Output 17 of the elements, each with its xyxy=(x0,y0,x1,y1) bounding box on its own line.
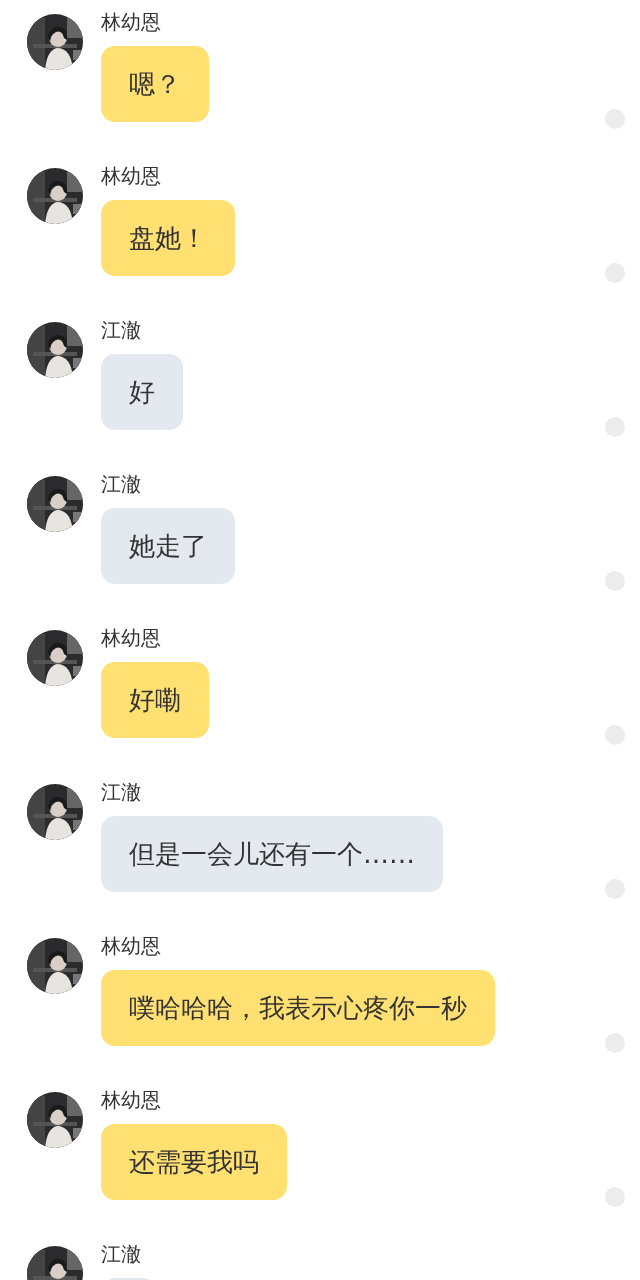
message-bubble: 好嘞 xyxy=(101,662,209,738)
sender-name: 江澈 xyxy=(101,780,141,804)
sender-name: 林幼恩 xyxy=(101,164,161,188)
message-bubble: 但是一会儿还有一个…… xyxy=(101,816,443,892)
sender-name: 林幼恩 xyxy=(101,1088,161,1112)
sender-name: 林幼恩 xyxy=(101,626,161,650)
message-bubble: 噗哈哈哈，我表示心疼你一秒 xyxy=(101,970,495,1046)
message-bubble: 她走了 xyxy=(101,508,235,584)
sender-name: 林幼恩 xyxy=(101,10,161,34)
sender-name: 江澈 xyxy=(101,472,141,496)
message-bubble: 嗯？ xyxy=(101,46,209,122)
sender-name: 江澈 xyxy=(101,1242,141,1266)
sender-name: 林幼恩 xyxy=(101,934,161,958)
message-bubble: 盘她！ xyxy=(101,200,235,276)
message-bubble: 还需要我吗 xyxy=(101,1124,287,1200)
message-bubble: 好 xyxy=(101,354,183,430)
sender-name: 江澈 xyxy=(101,318,141,342)
